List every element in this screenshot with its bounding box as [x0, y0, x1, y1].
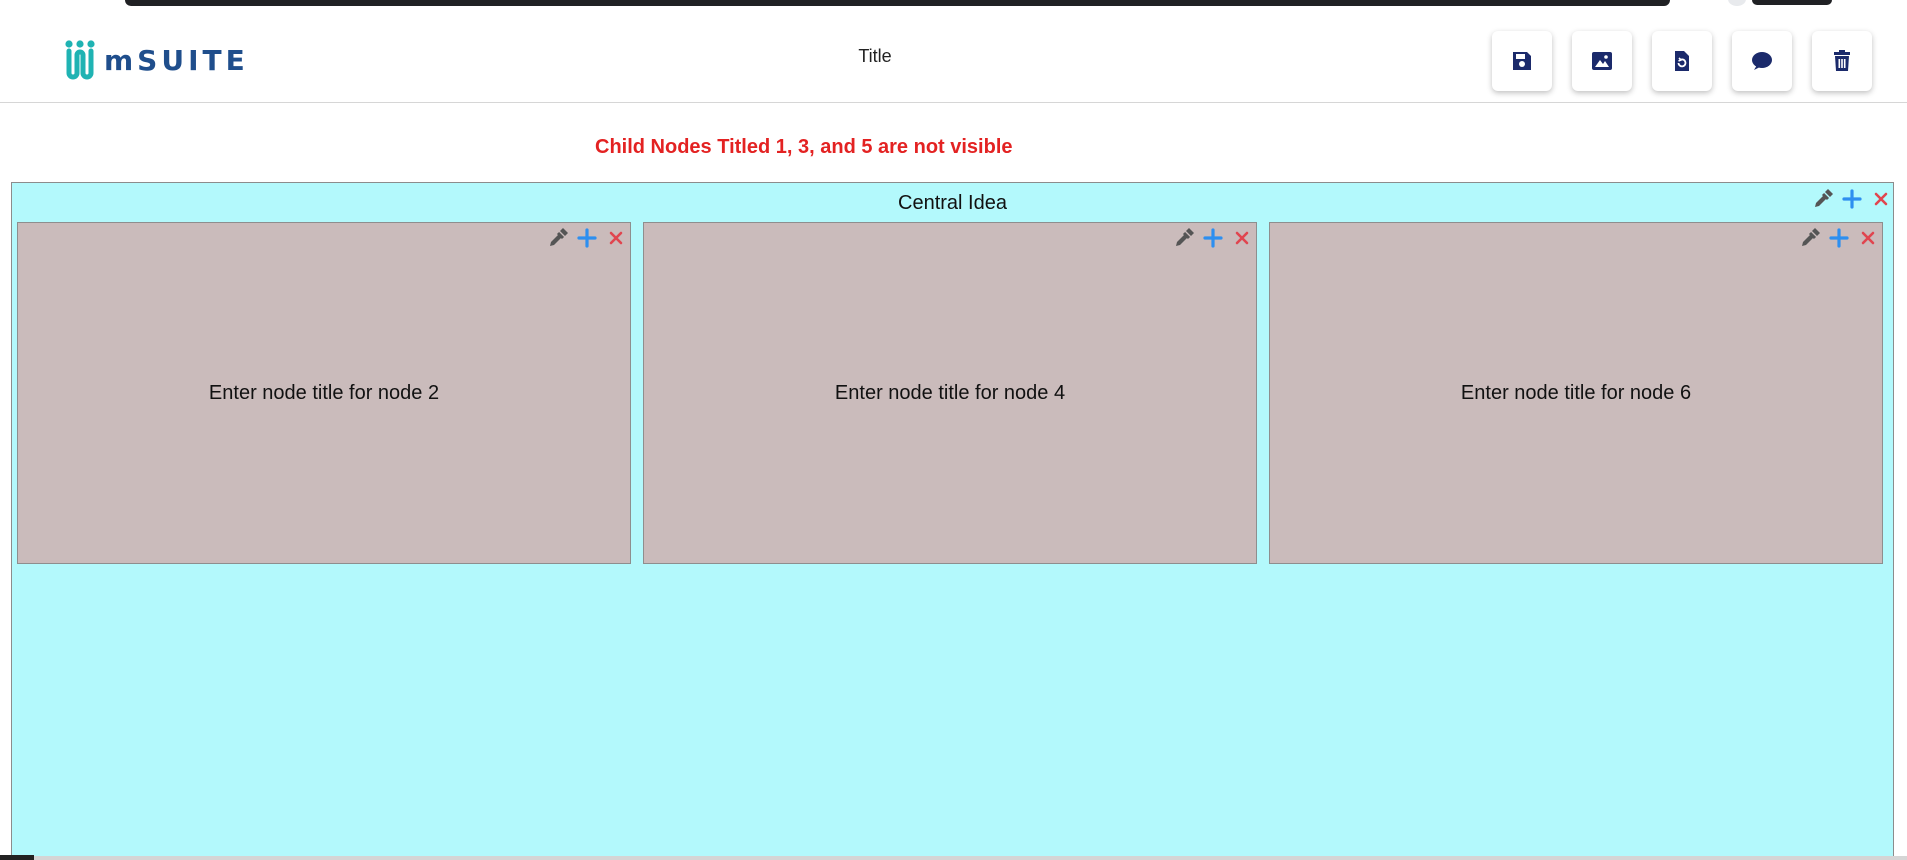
add-child-icon[interactable]: [1202, 227, 1224, 249]
delete-button[interactable]: [1812, 31, 1872, 91]
image-icon: [1592, 52, 1612, 70]
color-picker-icon[interactable]: [1812, 188, 1834, 210]
app-header: mSUITE Title: [0, 12, 1907, 103]
child-node[interactable]: Enter node title for node 4: [643, 222, 1257, 564]
hidden-nodes-notice: Child Nodes Titled 1, 3, and 5 are not v…: [595, 136, 1013, 158]
add-child-icon[interactable]: [1828, 227, 1850, 249]
export-image-button[interactable]: [1572, 31, 1632, 91]
save-button[interactable]: [1492, 31, 1552, 91]
child-node-title[interactable]: Enter node title for node 4: [644, 223, 1256, 563]
browser-top-strip: [0, 0, 1907, 12]
trash-icon: [1834, 50, 1850, 71]
add-child-icon[interactable]: [1841, 188, 1863, 210]
document-title[interactable]: Title: [840, 46, 910, 67]
reload-button[interactable]: [1652, 31, 1712, 91]
central-node-controls: [1812, 188, 1892, 210]
browser-bar: [125, 0, 1670, 6]
chat-bubble-icon: [1752, 52, 1772, 70]
central-node-title[interactable]: Central Idea: [12, 192, 1893, 215]
child-node-controls: [1799, 227, 1879, 249]
status-corner: [0, 855, 34, 860]
remove-node-icon[interactable]: [1231, 227, 1253, 249]
browser-profile-icon: [1728, 0, 1746, 6]
remove-node-icon[interactable]: [1870, 188, 1892, 210]
remove-node-icon[interactable]: [605, 227, 627, 249]
add-child-icon[interactable]: [576, 227, 598, 249]
child-node-controls: [547, 227, 627, 249]
floppy-disk-icon: [1513, 52, 1531, 70]
logo[interactable]: mSUITE: [64, 38, 249, 82]
horizontal-scrollbar[interactable]: [0, 856, 1907, 860]
logo-text: mSUITE: [104, 43, 249, 77]
msuite-logo-icon: [65, 40, 95, 80]
central-node[interactable]: Central Idea Enter node title for node 2…: [11, 182, 1894, 858]
remove-node-icon[interactable]: [1857, 227, 1879, 249]
color-picker-icon[interactable]: [1799, 227, 1821, 249]
child-node-controls: [1173, 227, 1253, 249]
child-node[interactable]: Enter node title for node 6: [1269, 222, 1883, 564]
child-node-title[interactable]: Enter node title for node 2: [18, 223, 630, 563]
browser-bar-right: [1752, 0, 1832, 5]
child-node-title[interactable]: Enter node title for node 6: [1270, 223, 1882, 563]
color-picker-icon[interactable]: [1173, 227, 1195, 249]
child-node[interactable]: Enter node title for node 2: [17, 222, 631, 564]
chat-button[interactable]: [1732, 31, 1792, 91]
color-picker-icon[interactable]: [547, 227, 569, 249]
file-refresh-icon: [1675, 51, 1689, 71]
